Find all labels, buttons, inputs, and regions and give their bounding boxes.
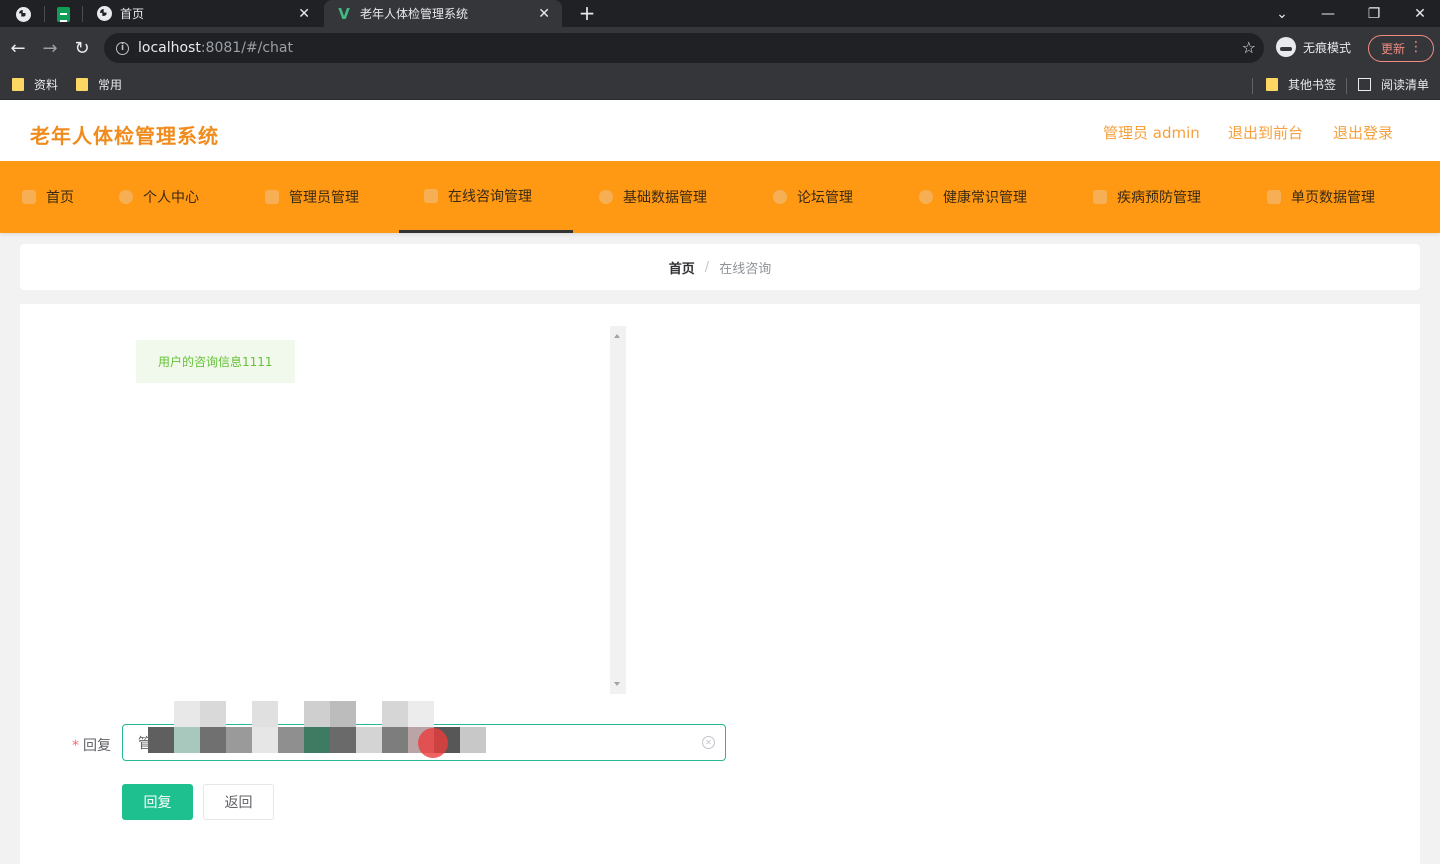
pinned-sheet-tab-icon[interactable] bbox=[52, 3, 74, 25]
folder-icon bbox=[12, 78, 24, 91]
tab-title: 首页 bbox=[120, 7, 145, 21]
bookmark-label: 常用 bbox=[98, 78, 123, 92]
breadcrumb-separator: / bbox=[704, 259, 710, 275]
site-header: 老年人体检管理系统 管理员 admin 退出到前台 退出登录 bbox=[0, 100, 1440, 161]
new-tab-button[interactable]: + bbox=[576, 2, 598, 24]
bookmarks-bar: 资料 常用 其他书签 阅读清单 bbox=[0, 70, 1440, 100]
bookmark-separator bbox=[1252, 78, 1253, 94]
reading-list-icon bbox=[1358, 78, 1371, 91]
browser-toolbar: ← → ↻ i localhost :8081/#/chat ☆ 无痕模式 更新… bbox=[0, 27, 1440, 70]
nav-item-label: 个人中心 bbox=[143, 190, 199, 206]
breadcrumb: 首页 / 在线咨询 bbox=[20, 244, 1420, 290]
more-menu-icon[interactable]: ⋮ bbox=[1409, 39, 1423, 55]
page-icon bbox=[1267, 190, 1281, 204]
cursor-highlight bbox=[418, 728, 448, 758]
nav-item-label: 论坛管理 bbox=[797, 190, 853, 206]
nav-item-forum-management[interactable]: 论坛管理 bbox=[773, 161, 853, 233]
exit-to-front-link[interactable]: 退出到前台 bbox=[1228, 122, 1303, 143]
site-info-icon[interactable]: i bbox=[116, 41, 129, 55]
reply-button[interactable]: 回复 bbox=[122, 784, 193, 820]
close-tab-icon[interactable]: ✕ bbox=[298, 6, 310, 22]
nav-item-label: 在线咨询管理 bbox=[448, 188, 532, 205]
site-title: 老年人体检管理系统 bbox=[30, 124, 219, 148]
reading-list-label: 阅读清单 bbox=[1381, 78, 1430, 92]
other-bookmarks-label: 其他书签 bbox=[1288, 78, 1337, 92]
nav-item-health-knowledge-management[interactable]: 健康常识管理 bbox=[919, 161, 1027, 233]
url-host: localhost bbox=[138, 40, 201, 56]
tab-title: 老年人体检管理系统 bbox=[360, 7, 469, 21]
nav-item-admin-management[interactable]: 管理员管理 bbox=[265, 161, 359, 233]
nav-item-label: 单页数据管理 bbox=[1291, 190, 1375, 206]
scroll-down-arrow-icon[interactable] bbox=[614, 682, 620, 686]
breadcrumb-current: 在线咨询 bbox=[719, 261, 772, 277]
nav-item-label: 首页 bbox=[46, 190, 74, 206]
nav-item-label: 健康常识管理 bbox=[943, 190, 1027, 206]
required-mark: * bbox=[72, 738, 79, 754]
forward-arrow-icon[interactable]: → bbox=[38, 37, 62, 61]
update-button[interactable]: 更新 ⋮ bbox=[1368, 35, 1434, 62]
main-nav: 首页 个人中心 管理员管理 在线咨询管理 基础数据管理 论坛管理 健康常识管理 … bbox=[0, 161, 1440, 233]
admin-icon bbox=[265, 190, 279, 204]
folder-icon bbox=[1266, 78, 1278, 91]
forum-icon bbox=[773, 190, 787, 204]
reply-label: * 回复 bbox=[72, 735, 111, 755]
chat-panel: 用户的咨询信息1111 * 回复 管 ✕ 回复 返回 bbox=[20, 304, 1420, 864]
nav-item-basic-data-management[interactable]: 基础数据管理 bbox=[599, 161, 707, 233]
nav-item-label: 基础数据管理 bbox=[623, 190, 707, 206]
close-tab-icon[interactable]: ✕ bbox=[538, 6, 550, 22]
logout-link[interactable]: 退出登录 bbox=[1333, 122, 1393, 143]
nav-item-label: 疾病预防管理 bbox=[1117, 190, 1201, 206]
nav-item-consultation-management[interactable]: 在线咨询管理 bbox=[399, 161, 573, 233]
vue-logo-icon: V bbox=[338, 4, 350, 23]
chat-message-user: 用户的咨询信息1111 bbox=[136, 340, 295, 383]
nav-item-personal-center[interactable]: 个人中心 bbox=[119, 161, 199, 233]
incognito-indicator[interactable]: 无痕模式 bbox=[1276, 37, 1351, 57]
bookmark-label: 资料 bbox=[34, 78, 59, 92]
user-icon bbox=[119, 190, 133, 204]
incognito-icon bbox=[1276, 37, 1296, 57]
tab-search-chevron-icon[interactable]: ⌄ bbox=[1259, 0, 1305, 27]
minimize-icon[interactable]: — bbox=[1305, 0, 1351, 27]
url-path: :8081/#/chat bbox=[200, 40, 293, 56]
clear-input-icon[interactable]: ✕ bbox=[702, 736, 715, 749]
health-icon bbox=[919, 190, 933, 204]
reload-icon[interactable]: ↻ bbox=[70, 37, 94, 61]
back-arrow-icon[interactable]: ← bbox=[6, 37, 30, 61]
browser-tab-home[interactable]: 首页 ✕ bbox=[84, 0, 322, 27]
nav-item-disease-prevention-management[interactable]: 疾病预防管理 bbox=[1093, 161, 1201, 233]
chart-icon bbox=[424, 188, 438, 203]
nav-item-single-page-data-management[interactable]: 单页数据管理 bbox=[1267, 161, 1375, 233]
nav-item-label: 管理员管理 bbox=[289, 190, 359, 206]
browser-tabbar: 首页 ✕ V 老年人体检管理系统 ✕ + ⌄ — ❐ ✕ bbox=[0, 0, 1440, 27]
home-icon bbox=[22, 190, 36, 204]
browser-tab-active[interactable]: V 老年人体检管理系统 ✕ bbox=[324, 0, 562, 27]
reply-label-text: 回复 bbox=[83, 738, 111, 754]
tab-separator bbox=[44, 6, 45, 22]
reading-list[interactable]: 阅读清单 bbox=[1358, 76, 1429, 93]
address-bar[interactable]: i localhost :8081/#/chat ☆ bbox=[104, 33, 1264, 63]
admin-label: 管理员 admin bbox=[1103, 124, 1200, 142]
bookmark-separator bbox=[1346, 78, 1347, 94]
bookmark-folder[interactable]: 常用 bbox=[76, 76, 122, 93]
disease-icon bbox=[1093, 190, 1107, 204]
other-bookmarks[interactable]: 其他书签 bbox=[1266, 76, 1336, 93]
tab-separator bbox=[82, 6, 83, 22]
update-label: 更新 bbox=[1381, 42, 1406, 56]
browser-profile-globe-icon[interactable] bbox=[12, 3, 34, 25]
chat-scrollbar[interactable] bbox=[610, 326, 626, 694]
close-window-icon[interactable]: ✕ bbox=[1397, 0, 1440, 27]
bookmark-folder[interactable]: 资料 bbox=[12, 76, 58, 93]
back-button[interactable]: 返回 bbox=[203, 784, 274, 820]
restore-icon[interactable]: ❐ bbox=[1351, 0, 1397, 27]
bookmark-star-icon[interactable]: ☆ bbox=[1242, 38, 1256, 57]
globe-icon bbox=[96, 6, 112, 22]
chat-messages: 用户的咨询信息1111 bbox=[136, 326, 628, 692]
scroll-up-arrow-icon[interactable] bbox=[614, 334, 620, 338]
incognito-label: 无痕模式 bbox=[1303, 40, 1352, 55]
nav-item-home[interactable]: 首页 bbox=[22, 161, 74, 233]
folder-icon bbox=[76, 78, 88, 91]
breadcrumb-home[interactable]: 首页 bbox=[669, 258, 695, 277]
data-icon bbox=[599, 190, 613, 204]
